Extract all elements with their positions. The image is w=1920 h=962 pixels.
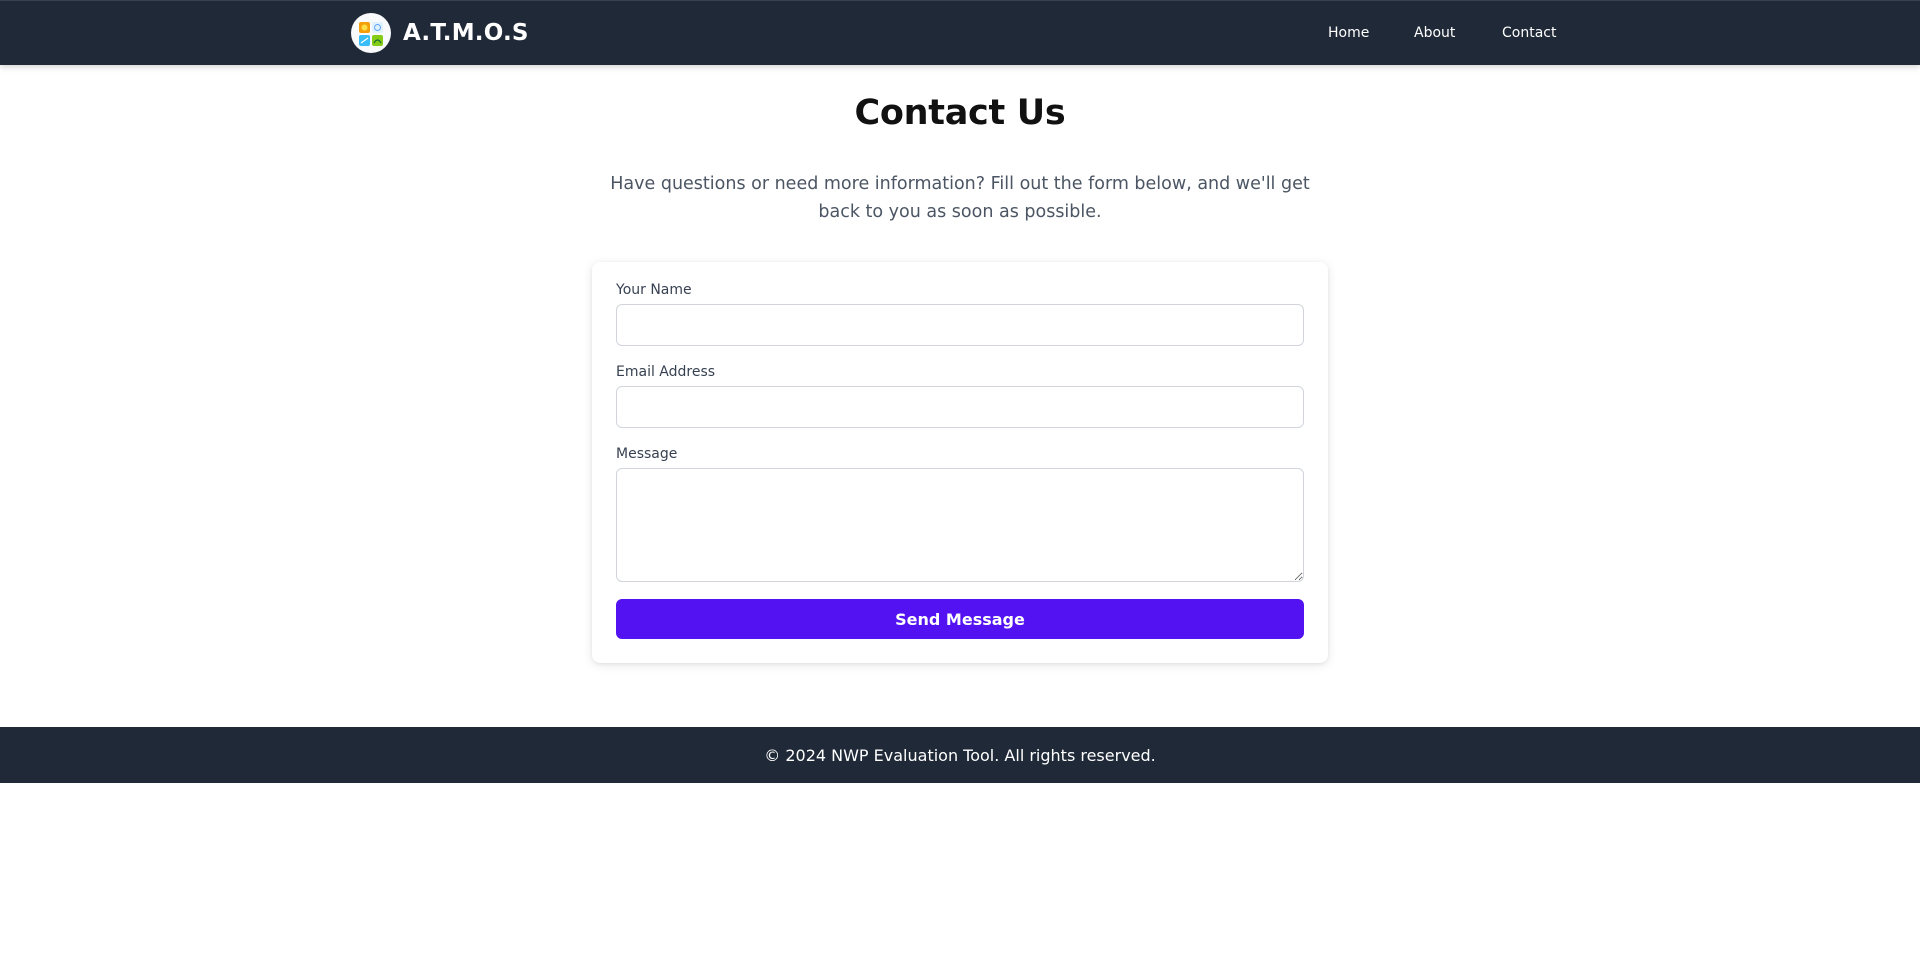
intro-text: Have questions or need more information?… <box>610 174 1310 222</box>
send-message-button[interactable]: Send Message <box>616 599 1304 639</box>
message-label: Message <box>616 446 678 462</box>
email-input[interactable] <box>616 386 1304 428</box>
top-navbar: A.T.M.O.S Home About Contact <box>0 0 1920 65</box>
main-nav: Home About Contact <box>0 22 1920 44</box>
contact-form: Your Name Email Address Message Send Mes… <box>592 262 1328 663</box>
message-textarea[interactable] <box>616 468 1304 582</box>
footer: © 2024 NWP Evaluation Tool. All rights r… <box>0 727 1920 783</box>
page-title: Contact Us <box>854 93 1066 133</box>
nav-link-about[interactable]: About <box>1414 22 1455 44</box>
nav-link-home[interactable]: Home <box>1328 22 1369 44</box>
email-label: Email Address <box>616 364 716 380</box>
name-input[interactable] <box>616 304 1304 346</box>
name-label: Your Name <box>616 282 692 298</box>
nav-link-contact[interactable]: Contact <box>1502 22 1556 44</box>
footer-copyright: © 2024 NWP Evaluation Tool. All rights r… <box>764 745 1156 765</box>
